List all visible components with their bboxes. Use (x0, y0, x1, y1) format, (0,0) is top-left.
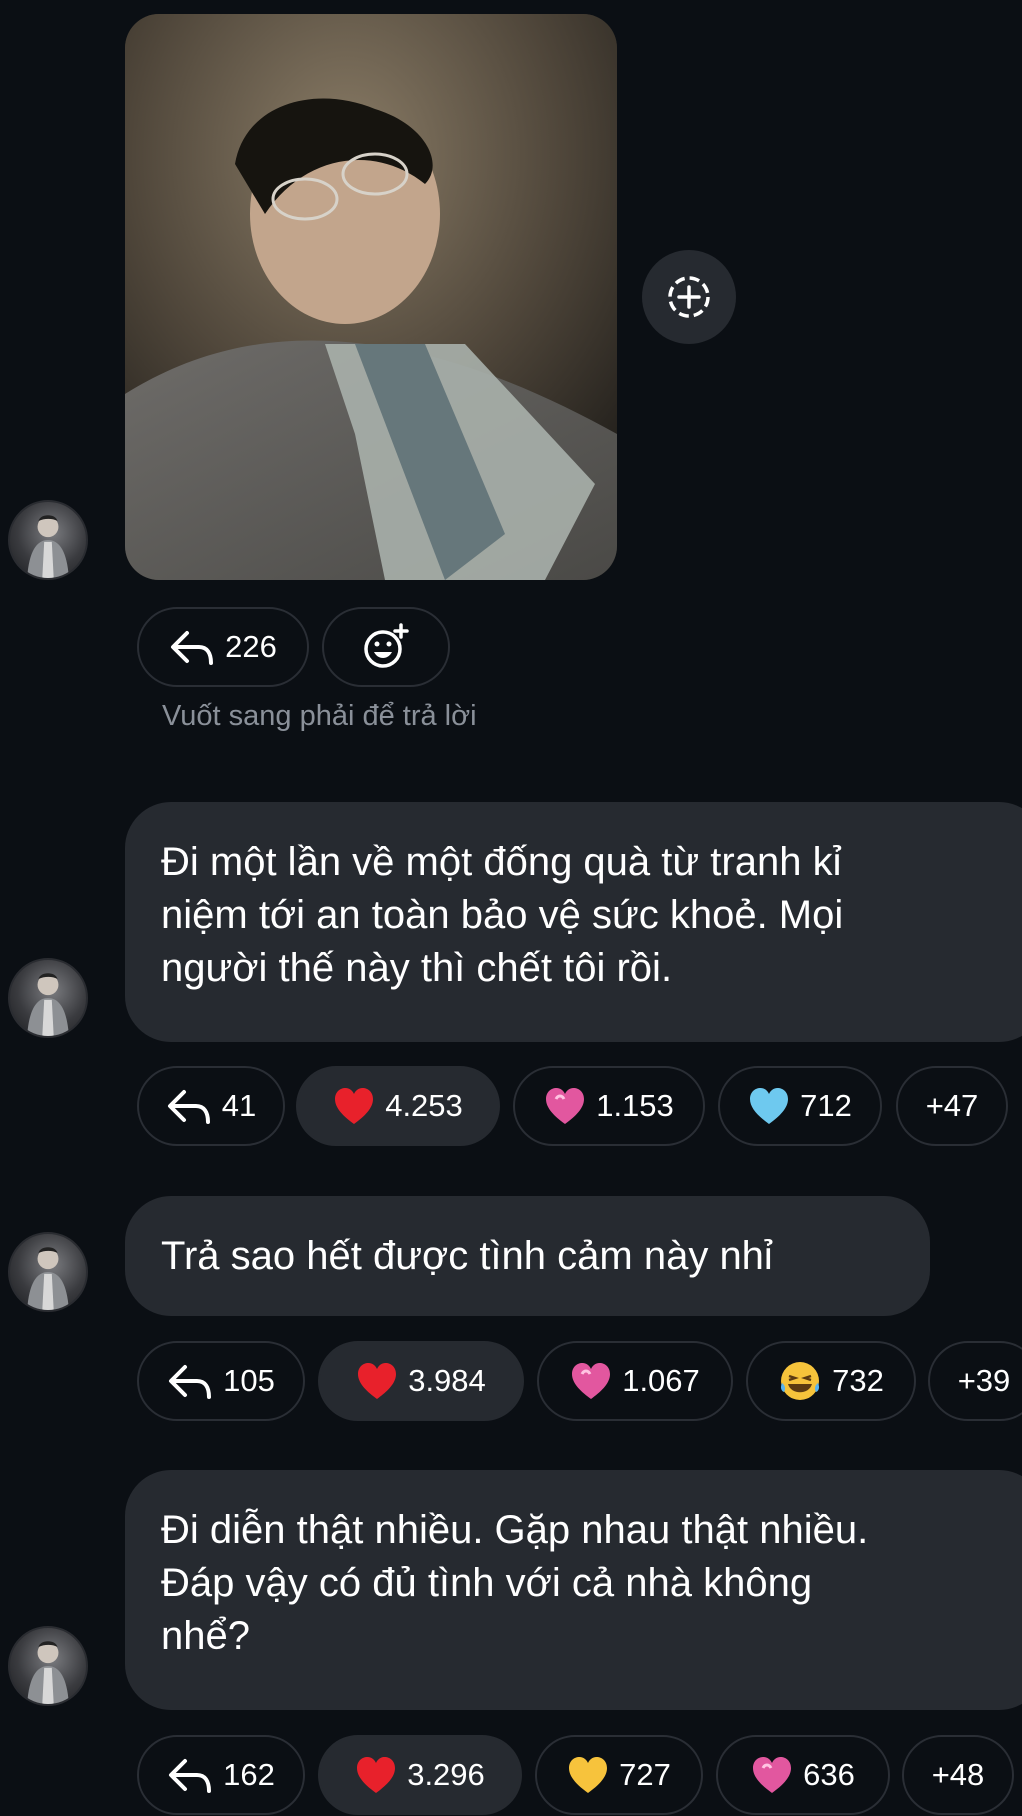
reply-button[interactable]: 162 (137, 1735, 305, 1815)
reply-arrow-icon (169, 627, 215, 667)
add-circle-icon (668, 276, 710, 318)
more-reactions[interactable]: +47 (896, 1066, 1008, 1146)
reaction-count: 636 (803, 1757, 855, 1792)
reply-count: 41 (221, 1088, 257, 1123)
more-reactions[interactable]: +48 (902, 1735, 1014, 1815)
story-photo[interactable] (125, 14, 617, 580)
reaction-red-heart[interactable]: 4.253 (296, 1066, 500, 1146)
reaction-yellow-heart[interactable]: 727 (535, 1735, 703, 1815)
pink-heart-icon (546, 1088, 585, 1124)
red-heart-icon (335, 1088, 374, 1124)
reaction-count: 3.296 (407, 1757, 485, 1792)
reaction-count: 712 (800, 1088, 852, 1123)
blue-heart-icon (750, 1088, 789, 1124)
reaction-count: 1.153 (596, 1088, 674, 1123)
reply-count: 226 (225, 629, 277, 664)
laughing-face-icon (781, 1362, 820, 1400)
more-reactions-count: +48 (931, 1757, 985, 1792)
reply-arrow-icon (167, 1361, 213, 1401)
avatar[interactable] (8, 1626, 88, 1706)
avatar[interactable] (8, 1232, 88, 1312)
reply-count: 105 (223, 1363, 275, 1398)
more-reactions-count: +47 (925, 1088, 979, 1123)
more-reactions-count: +39 (957, 1363, 1011, 1398)
yellow-heart-icon (569, 1757, 608, 1793)
reaction-pink-heart[interactable]: 636 (716, 1735, 890, 1815)
emoji-add-icon (364, 623, 409, 668)
avatar[interactable] (8, 500, 88, 580)
reaction-count: 4.253 (385, 1088, 463, 1123)
message-bubble[interactable]: Đi diễn thật nhiều. Gặp nhau thật nhiều.… (125, 1470, 1022, 1710)
add-emoji-button[interactable] (322, 607, 450, 687)
reaction-red-heart[interactable]: 3.296 (318, 1735, 522, 1815)
swipe-reply-hint: Vuốt sang phải để trả lời (162, 700, 477, 732)
reply-arrow-icon (167, 1755, 213, 1795)
more-reactions[interactable]: +39 (928, 1341, 1022, 1421)
add-reaction-button[interactable] (642, 250, 736, 344)
reaction-blue-heart[interactable]: 712 (718, 1066, 882, 1146)
red-heart-icon (358, 1363, 397, 1399)
reaction-pink-heart[interactable]: 1.153 (513, 1066, 705, 1146)
reaction-count: 3.984 (408, 1363, 486, 1398)
avatar[interactable] (8, 958, 88, 1038)
red-heart-icon (357, 1757, 396, 1793)
message-bubble[interactable]: Trả sao hết được tình cảm này nhỉ (125, 1196, 930, 1316)
reaction-laughing-face[interactable]: 732 (746, 1341, 916, 1421)
reply-arrow-icon (166, 1086, 212, 1126)
pink-heart-icon (753, 1757, 792, 1793)
reply-button[interactable]: 226 (137, 607, 309, 687)
reaction-count: 1.067 (622, 1363, 700, 1398)
reaction-count: 727 (619, 1757, 671, 1792)
reaction-red-heart[interactable]: 3.984 (318, 1341, 524, 1421)
message-bubble[interactable]: Đi một lần về một đống quà từ tranh kỉ n… (125, 802, 1022, 1042)
reply-button[interactable]: 105 (137, 1341, 305, 1421)
reply-button[interactable]: 41 (137, 1066, 285, 1146)
pink-heart-icon (572, 1363, 611, 1399)
reply-count: 162 (223, 1757, 275, 1792)
reaction-count: 732 (832, 1363, 884, 1398)
reaction-pink-heart[interactable]: 1.067 (537, 1341, 733, 1421)
